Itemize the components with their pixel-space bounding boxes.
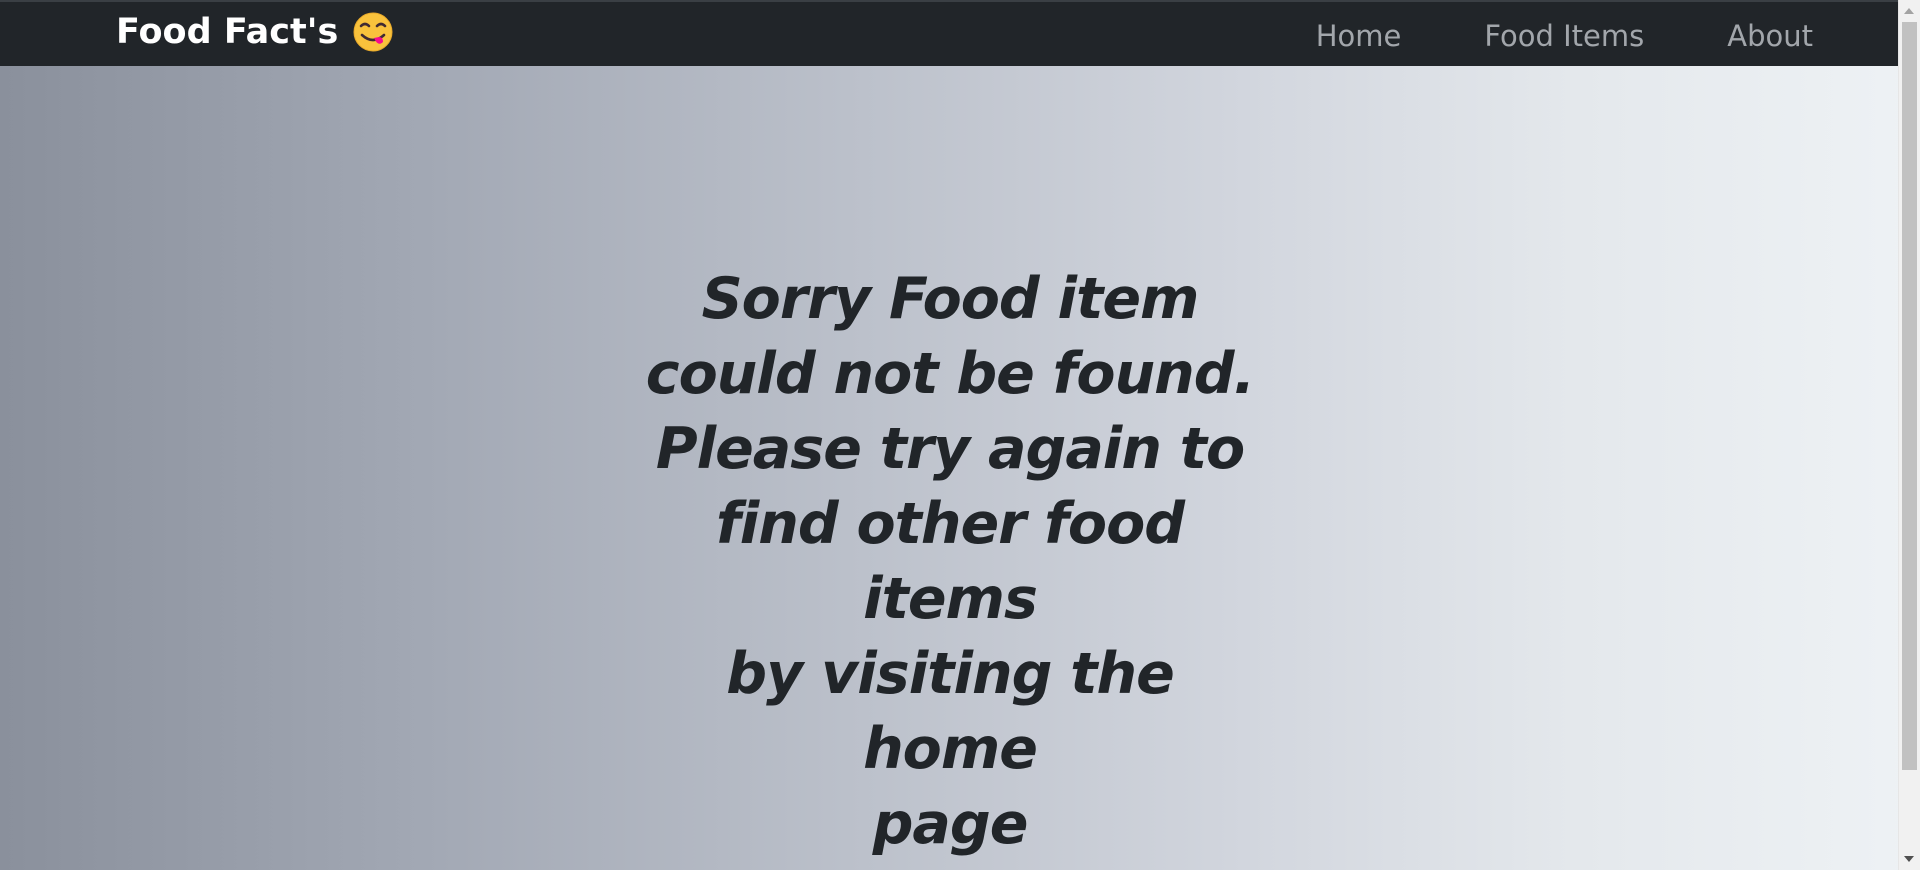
navbar: Food Fact's Home Food Items About bbox=[0, 0, 1898, 66]
page: Food Fact's Home Food Items About Sorry … bbox=[0, 0, 1920, 870]
brand-title: Food Fact's bbox=[116, 12, 339, 52]
nav-links: Home Food Items About bbox=[1233, 16, 1813, 56]
face-savoring-food-icon bbox=[353, 12, 393, 52]
not-found-message: Sorry Food item could not be found. Plea… bbox=[645, 266, 1255, 857]
nav-link-food-items[interactable]: Food Items bbox=[1484, 16, 1644, 56]
scrollbar-thumb[interactable] bbox=[1902, 22, 1917, 770]
scroll-down-arrow-icon[interactable] bbox=[1904, 856, 1914, 862]
nav-link-about[interactable]: About bbox=[1727, 16, 1813, 56]
scroll-up-arrow-icon[interactable] bbox=[1904, 8, 1914, 14]
nav-link-home[interactable]: Home bbox=[1316, 16, 1402, 56]
vertical-scrollbar[interactable] bbox=[1898, 0, 1920, 870]
brand-link[interactable]: Food Fact's bbox=[116, 10, 394, 54]
